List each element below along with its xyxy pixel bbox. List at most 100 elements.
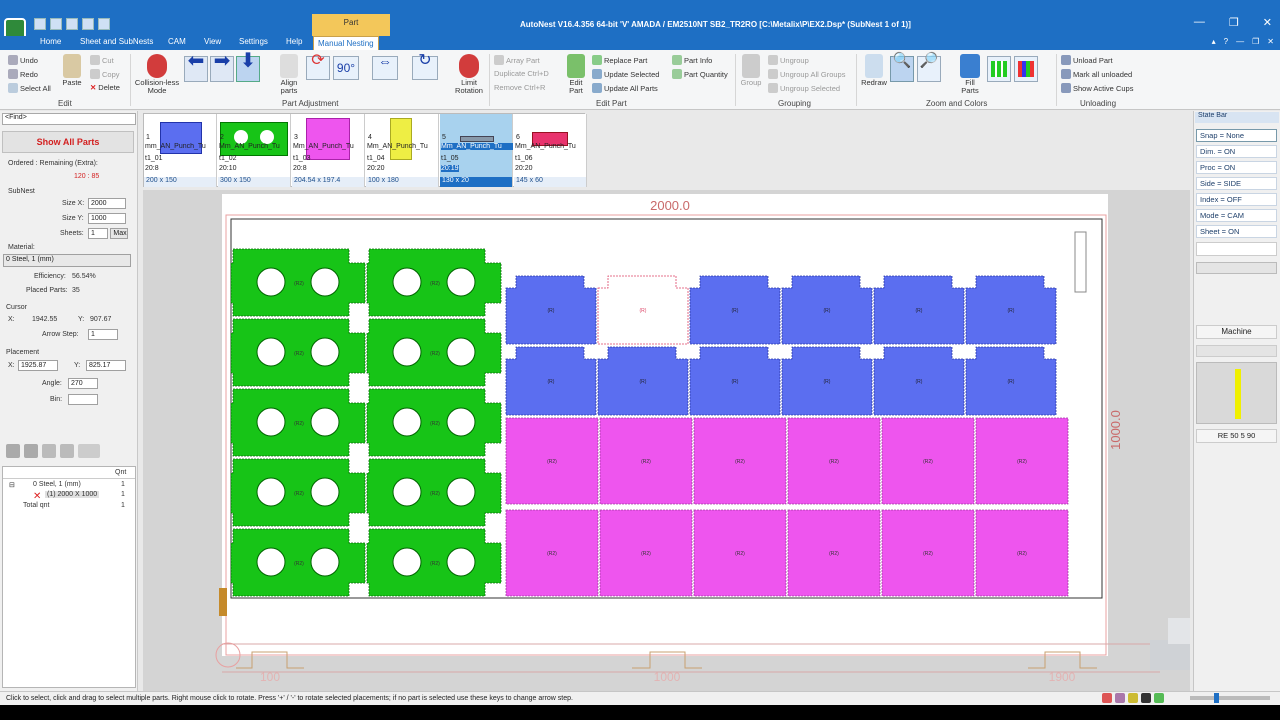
close-button[interactable]: ✕ — [1263, 16, 1272, 29]
align-parts-button[interactable]: Align parts — [277, 54, 301, 95]
undo-icon[interactable] — [82, 18, 94, 30]
replace-part-button[interactable]: Replace Part — [592, 55, 647, 65]
state-dim[interactable]: Dim. = ON — [1196, 145, 1277, 158]
bin-input[interactable] — [68, 394, 98, 405]
color-multi-button[interactable] — [1014, 56, 1038, 82]
redo-icon[interactable] — [98, 18, 110, 30]
heart-tool-2-icon[interactable] — [24, 444, 38, 458]
unload-part-button[interactable]: Unload Part — [1061, 55, 1113, 65]
part-thumb[interactable]: 4 Mm_AN_Punch_Tu t1_04 20:20 100 x 180 — [366, 114, 439, 187]
hand-icon[interactable] — [42, 444, 56, 458]
delete-button[interactable]: ✕ Delete — [90, 83, 120, 92]
ungroup-button[interactable]: Ungroup — [768, 55, 809, 65]
move-right-button[interactable]: ➡ — [210, 51, 234, 82]
minimize-button[interactable]: — — [1194, 16, 1205, 29]
tab-home[interactable]: Home — [40, 37, 61, 46]
save-icon[interactable] — [34, 18, 46, 30]
status-icon[interactable] — [1128, 693, 1138, 703]
status-icon[interactable] — [1154, 693, 1164, 703]
color-green-button[interactable] — [987, 56, 1011, 82]
mirror-button[interactable]: ⇔ — [372, 54, 398, 80]
redraw-button[interactable]: Redraw — [860, 54, 888, 87]
paste-button[interactable]: Paste — [60, 54, 84, 87]
zoom-window-button[interactable]: 🔍 — [890, 53, 914, 82]
doc-restore-button[interactable]: ❐ — [1252, 37, 1259, 46]
state-mode[interactable]: Mode = CAM — [1196, 209, 1277, 222]
state-proc[interactable]: Proc = ON — [1196, 161, 1277, 174]
state-index[interactable]: Index = OFF — [1196, 193, 1277, 206]
select-all-button[interactable]: Select All — [8, 83, 51, 93]
rotate-90-button[interactable]: 90° — [333, 56, 359, 80]
part-thumb-selected[interactable]: 5 Mm_AN_Punch_Tu t1_05 20:19 130 x 20 — [440, 114, 513, 187]
status-icon[interactable] — [1141, 693, 1151, 703]
update-all-button[interactable]: Update All Parts — [592, 83, 658, 93]
max-sheets-button[interactable]: Max — [110, 228, 128, 239]
part-thumb[interactable]: 1 mm_AN_Punch_Tu t1_01 20:8 200 x 150 — [144, 114, 217, 187]
ungroup-all-button[interactable]: Ungroup All Groups — [768, 69, 845, 79]
move-left-button[interactable]: ⬅ — [184, 51, 208, 82]
find-input[interactable]: <Find> — [2, 113, 136, 125]
state-snap[interactable]: Snap = None — [1196, 129, 1277, 142]
part-thumb[interactable]: 2 Mm_AN_Punch_Tu t1_02 20:10 300 x 150 — [218, 114, 291, 187]
duplicate-button[interactable]: Duplicate Ctrl+D — [494, 69, 549, 78]
status-icon[interactable] — [1102, 693, 1112, 703]
machine-select[interactable] — [1196, 345, 1277, 357]
state-side[interactable]: Side = SIDE — [1196, 177, 1277, 190]
fill-parts-button[interactable]: Fill Parts — [956, 54, 984, 95]
remove-button[interactable]: Remove Ctrl+R — [494, 83, 545, 92]
tree-expand-icon[interactable]: ⊟ — [9, 481, 15, 489]
size-x-input[interactable]: 2000 — [88, 198, 126, 209]
doc-close-button[interactable]: ✕ — [1267, 37, 1274, 46]
tree-row-sheet[interactable]: (1) 2000 X 1000 — [45, 491, 100, 498]
show-all-parts-button[interactable]: Show All Parts — [2, 131, 134, 153]
arrow-step-input[interactable]: 1 — [88, 329, 118, 340]
array-part-button[interactable]: Array Part — [494, 55, 540, 65]
open-icon[interactable] — [50, 18, 62, 30]
show-active-cups-button[interactable]: Show Active Cups — [1061, 83, 1133, 93]
doc-minimize-button[interactable]: — — [1236, 37, 1244, 46]
undo-button[interactable]: Undo — [8, 55, 38, 65]
angle-input[interactable]: 270 — [68, 378, 98, 389]
zoom-slider-thumb[interactable] — [1214, 693, 1219, 703]
place-x-input[interactable]: 1925.87 — [18, 360, 58, 371]
sort-icon[interactable] — [78, 444, 100, 458]
cut-button[interactable]: Cut — [90, 55, 114, 65]
tab-help[interactable]: Help — [286, 37, 302, 46]
maximize-button[interactable]: ❐ — [1229, 16, 1239, 29]
sheets-input[interactable]: 1 — [88, 228, 108, 239]
hand-2-icon[interactable] — [60, 444, 74, 458]
state-slider[interactable] — [1196, 262, 1277, 274]
material-select[interactable]: 0 Steel, 1 (mm) — [3, 254, 131, 267]
heart-tool-icon[interactable] — [6, 444, 20, 458]
refresh-part-button[interactable]: ↻ — [412, 53, 438, 80]
limit-rotation-button[interactable]: Limit Rotation — [452, 54, 486, 95]
state-sheet[interactable]: Sheet = ON — [1196, 225, 1277, 238]
tab-settings[interactable]: Settings — [239, 37, 268, 46]
copy-button[interactable]: Copy — [90, 69, 120, 79]
tab-cam[interactable]: CAM — [168, 37, 186, 46]
part-thumb[interactable]: 3 Mm_AN_Punch_Tu t1_03 20:8 204.54 x 197… — [292, 114, 365, 187]
update-selected-button[interactable]: Update Selected — [592, 69, 659, 79]
nest-drawing[interactable]: 2000.0 1000.0 (R2) (R2) (R2) (R2) (R2) (R2) (R… — [143, 190, 1190, 692]
part-info-button[interactable]: Part Info — [672, 55, 712, 65]
mark-all-unloaded-button[interactable]: Mark all unloaded — [1061, 69, 1132, 79]
part-thumb[interactable]: 6 Mm_AN_Punch_Tu t1_06 20:20 145 x 60 — [514, 114, 587, 187]
tree-row-material[interactable]: 0 Steel, 1 (mm) — [33, 481, 81, 488]
print-icon[interactable] — [66, 18, 78, 30]
edit-part-button[interactable]: Edit Part — [563, 54, 589, 95]
group-button[interactable]: Group — [738, 54, 764, 87]
place-y-input[interactable]: 825.17 — [86, 360, 126, 371]
tab-sheet-subnests[interactable]: Sheet and SubNests — [80, 37, 153, 46]
collapse-ribbon-icon[interactable]: ▴ — [1212, 37, 1216, 46]
zoom-button[interactable]: 🔎 — [917, 53, 941, 82]
rotate-button[interactable]: ⟳ — [306, 53, 330, 80]
status-icon[interactable] — [1115, 693, 1125, 703]
tab-manual-nesting[interactable]: Manual Nesting — [313, 36, 379, 50]
zoom-slider[interactable] — [1190, 693, 1270, 703]
ungroup-selected-button[interactable]: Ungroup Selected — [768, 83, 840, 93]
help-icon[interactable]: ? — [1224, 37, 1228, 46]
collision-less-mode-button[interactable]: Collision-less Mode — [133, 54, 181, 95]
redo-button[interactable]: Redo — [8, 69, 38, 79]
part-quantity-button[interactable]: Part Quantity — [672, 69, 728, 79]
tab-view[interactable]: View — [204, 37, 221, 46]
